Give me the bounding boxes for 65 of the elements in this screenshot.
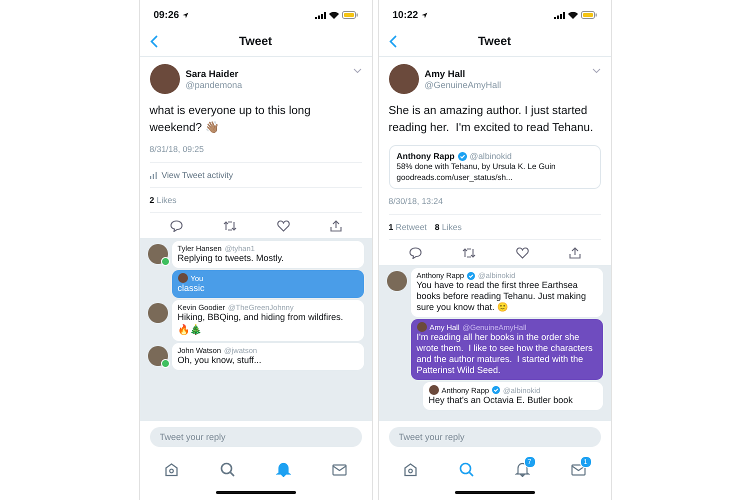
mail-icon: [332, 462, 347, 476]
avatar: [428, 385, 438, 395]
avatar: [386, 271, 406, 291]
tweet-timestamp: 8/31/18, 09:25: [150, 144, 362, 163]
avatar: [178, 273, 188, 283]
battery-icon: [580, 11, 596, 19]
author-name: Amy Hall: [424, 68, 466, 80]
status-time: 09:26: [154, 10, 180, 20]
quote-link[interactable]: goodreads.com/user_status/sh...: [396, 172, 592, 183]
avatar: [148, 303, 168, 323]
bell-icon: [276, 462, 291, 476]
author-handle: @pandemona: [186, 80, 244, 90]
search-icon: [459, 462, 474, 476]
author-name: Sara Haider: [186, 68, 240, 80]
tweet-timestamp: 8/30/18, 13:24: [388, 196, 600, 215]
view-activity-link[interactable]: View Tweet activity: [162, 170, 233, 180]
signal-icon: [554, 12, 564, 18]
emoji-text: 🔥🎄: [178, 324, 202, 337]
location-icon: [421, 12, 428, 18]
share-icon[interactable]: [330, 220, 342, 232]
reply-text: Hey that's an Octavia E. Butler book: [428, 395, 574, 406]
reply-text: I'm reading all her books in the order she wrote them. I like to see how the characters and the author matures. I started with the Patterinst Wild Seed.: [416, 332, 594, 376]
avatar: [416, 322, 426, 332]
home-icon: [403, 462, 418, 476]
retweet-icon[interactable]: [222, 220, 236, 232]
search-icon: [220, 462, 235, 476]
quote-author-name: Anthony Rapp: [396, 151, 455, 161]
heart-icon[interactable]: [516, 247, 528, 259]
bar-chart-icon: [150, 172, 156, 178]
reply-text: Replying to tweets. Mostly.: [178, 253, 285, 264]
avatar: [150, 64, 180, 94]
screen-title: Tweet: [238, 34, 272, 48]
battery-icon: [342, 11, 358, 19]
reply-text: You have to read the first three Earthsea books before reading Tehanu. Just making sure you know that. 🙂: [416, 280, 587, 313]
mail-icon: [571, 462, 586, 476]
reply-input[interactable]: Tweet your reply: [388, 427, 600, 447]
quote-author-handle: @albinokid: [470, 151, 512, 161]
tweet-stat[interactable]: 8 Likes: [434, 222, 462, 232]
tweet-stat[interactable]: 1 Retweet: [388, 222, 427, 232]
heart-icon[interactable]: [276, 220, 290, 232]
bell-icon: [515, 462, 530, 476]
reply-text: Hiking, BBQing, and hiding from wildfires.: [178, 312, 344, 323]
screen-title: Tweet: [478, 34, 512, 48]
wifi-icon: [328, 11, 338, 19]
author-handle: @GenuineAmyHall: [424, 80, 502, 90]
avatar: [388, 64, 418, 94]
back-icon[interactable]: [150, 35, 158, 48]
reply-icon[interactable]: [408, 247, 422, 259]
tweet-text: what is everyone up to this long weekend? 👋🏽: [150, 104, 312, 136]
reply-input[interactable]: Tweet your reply: [150, 427, 362, 447]
home-icon: [164, 462, 179, 476]
reply-text: classic: [178, 283, 206, 294]
reply-text: Oh, you know, stuff...: [178, 355, 262, 366]
quote-text: 58% done with Tehanu, by Ursula K. Le Guin: [396, 161, 557, 172]
location-icon: [182, 12, 190, 18]
tweet-text: She is an amazing author. I just started reading her. I'm excited to read Tehanu.: [388, 104, 594, 136]
back-icon[interactable]: [388, 35, 396, 48]
wifi-icon: [568, 11, 578, 19]
tweet-stat[interactable]: 2 Likes: [150, 195, 176, 205]
quoted-tweet-card[interactable]: Anthony Rapp @albinokid 58% done with Tehanu, by Ursula K. Le Guin goodreads.com/user_status/sh...: [388, 145, 600, 189]
reply-icon[interactable]: [170, 220, 182, 232]
signal-icon: [314, 12, 326, 18]
status-time: 10:22: [392, 10, 418, 20]
retweet-icon[interactable]: [462, 247, 476, 259]
share-icon[interactable]: [568, 247, 580, 259]
